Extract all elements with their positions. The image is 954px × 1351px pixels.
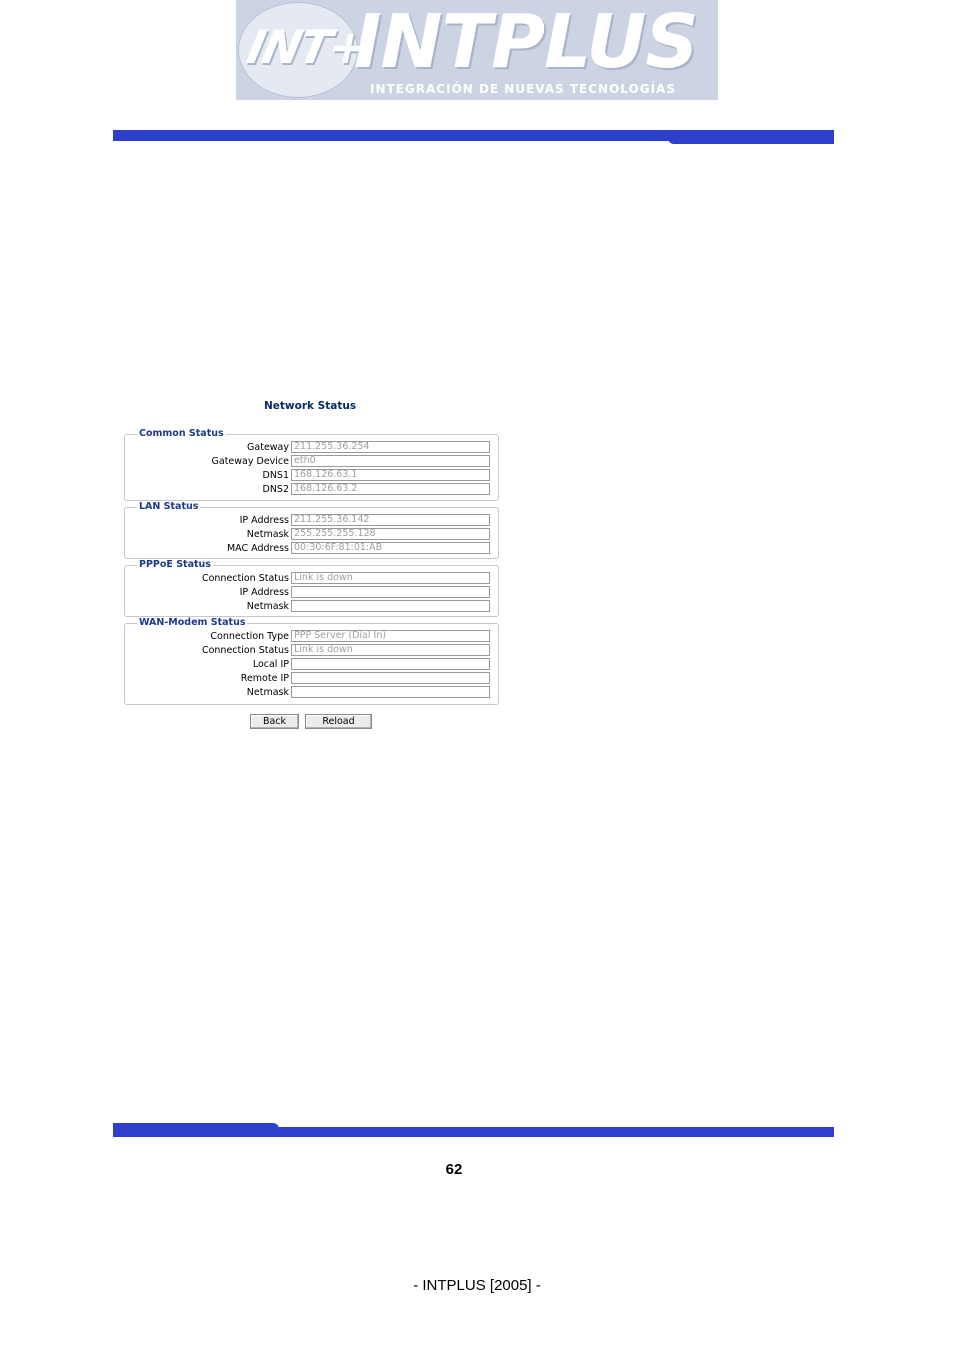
status-row: Netmask xyxy=(125,686,500,699)
field-label: Netmask xyxy=(246,687,289,698)
logo-tagline: INTEGRACIÓN DE NUEVAS TECNOLOGÍAS xyxy=(370,82,676,96)
group-legend: WAN-Modem Status xyxy=(137,617,248,629)
pppoe-connection-status-field[interactable]: Link is down xyxy=(291,572,490,584)
wan-connection-status-field[interactable]: Link is down xyxy=(291,644,490,656)
pppoe-status-group: PPPoE Status Connection Status Link is d… xyxy=(124,559,500,617)
field-label: Netmask xyxy=(246,529,289,540)
pppoe-ip-field[interactable] xyxy=(291,586,490,598)
field-label: MAC Address xyxy=(226,543,289,554)
intplus-logo: INT+ INTPLUS INTEGRACIÓN DE NUEVAS TECNO… xyxy=(236,0,718,100)
field-label: IP Address xyxy=(239,587,289,598)
status-row: IP Address xyxy=(125,586,500,599)
gateway-field[interactable]: 211.255.36.254 xyxy=(291,441,490,453)
page-number: 62 xyxy=(445,1161,463,1178)
status-row: MAC Address 00:30:6F:81:01:AB xyxy=(125,542,500,555)
wan-modem-status-group: WAN-Modem Status Connection Type PPP Ser… xyxy=(124,617,500,705)
back-button[interactable]: Back xyxy=(250,714,299,729)
status-row: DNS2 168.126.63.2 xyxy=(125,483,500,496)
status-row: Connection Status Link is down xyxy=(125,572,500,585)
status-row: Gateway Device eth0 xyxy=(125,455,500,468)
status-row: Gateway 211.255.36.254 xyxy=(125,441,500,454)
field-label: Local IP xyxy=(252,659,289,670)
gateway-device-field[interactable]: eth0 xyxy=(291,455,490,467)
group-legend: LAN Status xyxy=(137,501,201,513)
status-row: IP Address 211.255.36.142 xyxy=(125,514,500,527)
status-row: DNS1 168.126.63.1 xyxy=(125,469,500,482)
footer-bar-tab xyxy=(113,1123,279,1137)
logo-mark: INT+ xyxy=(242,20,372,74)
group-legend: Common Status xyxy=(137,428,226,440)
dns1-field[interactable]: 168.126.63.1 xyxy=(291,469,490,481)
page-title: Network Status xyxy=(264,400,357,412)
wan-netmask-field[interactable] xyxy=(291,686,490,698)
field-label: DNS1 xyxy=(262,470,290,481)
field-label: Gateway Device xyxy=(211,456,289,467)
status-row: Netmask 255.255.255.128 xyxy=(125,528,500,541)
field-label: Remote IP xyxy=(240,673,289,684)
field-label: Netmask xyxy=(246,601,289,612)
status-row: Connection Type PPP Server (Dial In) xyxy=(125,630,500,643)
header-bar-tab xyxy=(668,130,834,144)
lan-netmask-field[interactable]: 255.255.255.128 xyxy=(291,528,490,540)
group-legend: PPPoE Status xyxy=(137,559,213,571)
field-label: Gateway xyxy=(247,442,289,453)
field-label: Connection Status xyxy=(201,645,289,656)
status-row: Local IP xyxy=(125,658,500,671)
dns2-field[interactable]: 168.126.63.2 xyxy=(291,483,490,495)
wan-local-ip-field[interactable] xyxy=(291,658,490,670)
wan-remote-ip-field[interactable] xyxy=(291,672,490,684)
wan-connection-type-field[interactable]: PPP Server (Dial In) xyxy=(291,630,490,642)
pppoe-netmask-field[interactable] xyxy=(291,600,490,612)
mac-address-field[interactable]: 00:30:6F:81:01:AB xyxy=(291,542,490,554)
field-label: IP Address xyxy=(239,515,289,526)
status-row: Connection Status Link is down xyxy=(125,644,500,657)
reload-button[interactable]: Reload xyxy=(305,714,372,729)
field-label: Connection Status xyxy=(201,573,289,584)
status-row: Remote IP xyxy=(125,672,500,685)
common-status-group: Common Status Gateway 211.255.36.254 Gat… xyxy=(124,428,500,501)
status-row: Netmask xyxy=(125,600,500,613)
footer-text: - INTPLUS [2005] - xyxy=(413,1277,541,1294)
field-label: Connection Type xyxy=(210,631,289,642)
lan-ip-field[interactable]: 211.255.36.142 xyxy=(291,514,490,526)
logo-wordmark: INTPLUS xyxy=(354,0,699,85)
lan-status-group: LAN Status IP Address 211.255.36.142 Net… xyxy=(124,501,500,559)
field-label: DNS2 xyxy=(262,484,290,495)
